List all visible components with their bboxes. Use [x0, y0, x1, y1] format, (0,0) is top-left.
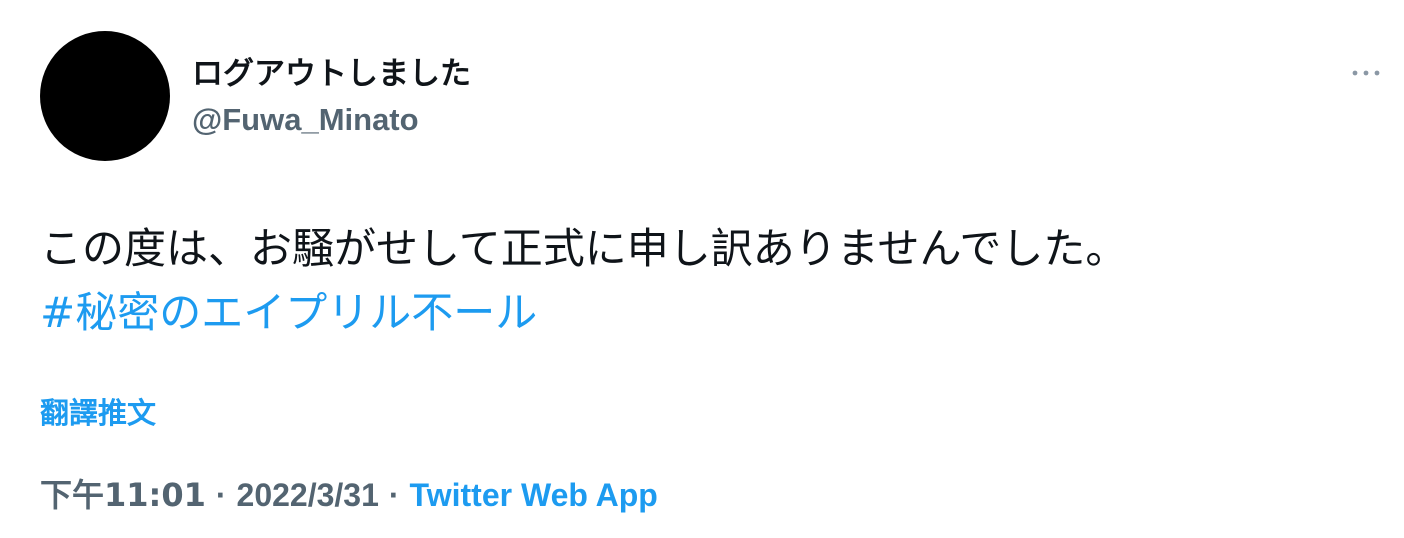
tweet-date[interactable]: 2022/3/31	[237, 477, 379, 513]
avatar[interactable]	[40, 31, 170, 161]
more-horizontal-icon	[1352, 70, 1380, 76]
author-display-name[interactable]: ログアウトしました	[192, 53, 471, 95]
more-options-button[interactable]	[1344, 58, 1388, 88]
separator: ·	[215, 477, 227, 513]
tweet-text: この度は、お騒がせして正式に申し訳ありませんでした。 #秘密のエイプリル不ール	[40, 217, 1370, 345]
hashtag-link[interactable]: #秘密のエイプリル不ール	[40, 288, 537, 337]
tweet-time[interactable]: 下午11:01	[40, 476, 206, 514]
tweet-source-link[interactable]: Twitter Web App	[410, 477, 658, 513]
translate-tweet-link[interactable]: 翻譯推文	[40, 393, 156, 433]
author-handle[interactable]: @Fuwa_Minato	[192, 99, 419, 141]
tweet-card: ログアウトしました @Fuwa_Minato この度は、お騒がせして正式に申し訳…	[0, 0, 1404, 538]
tweet-metadata: 下午11:01 · 2022/3/31 · Twitter Web App	[40, 474, 658, 516]
separator: ·	[388, 477, 400, 513]
tweet-text-line: この度は、お騒がせして正式に申し訳ありませんでした。	[40, 224, 1128, 273]
